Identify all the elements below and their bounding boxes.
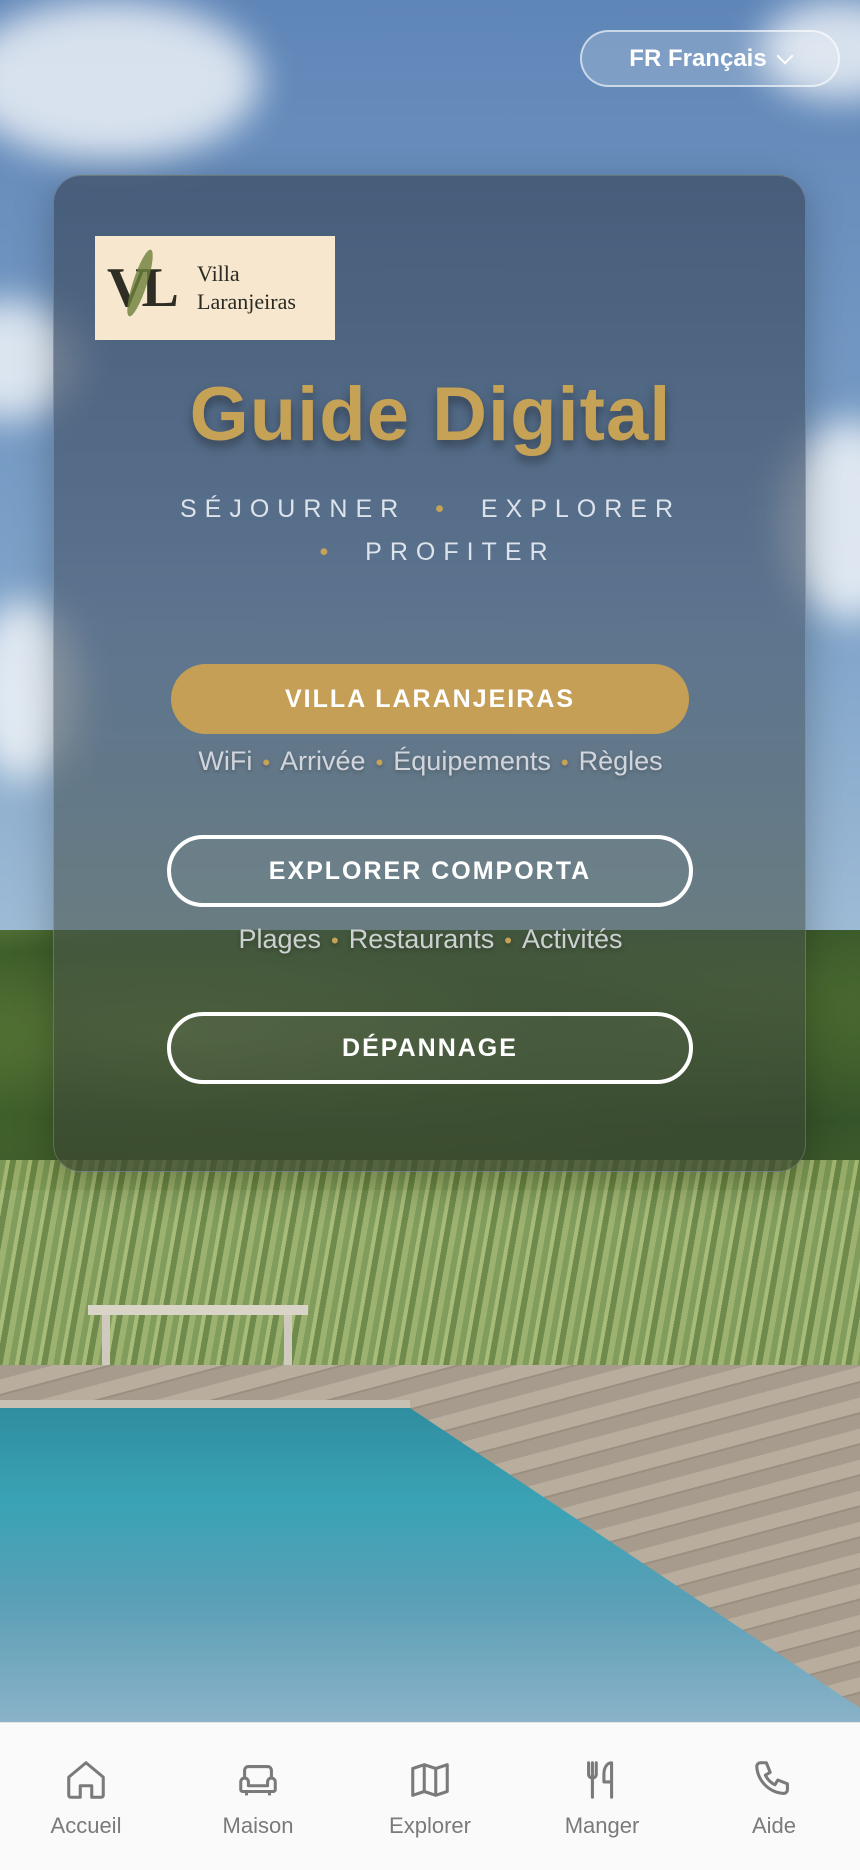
bottom-nav: Accueil Maison Explorer Manger Aide: [0, 1722, 860, 1870]
nav-item-help[interactable]: Aide: [688, 1723, 860, 1870]
villa-links: WiFi • Arrivée • Équipements • Règles: [198, 746, 663, 776]
villa-laranjeiras-button[interactable]: VILLA LARANJEIRAS: [171, 664, 689, 734]
language-selector[interactable]: FR Français: [580, 30, 840, 87]
nav-item-house[interactable]: Maison: [172, 1723, 344, 1870]
cutlery-icon: [587, 1761, 614, 1799]
chevron-down-icon: [776, 47, 794, 64]
page-title: Guide Digital: [189, 372, 672, 457]
link-wifi[interactable]: WiFi: [198, 746, 252, 776]
troubleshooting-button[interactable]: DÉPANNAGE: [167, 1012, 693, 1084]
link-activities[interactable]: Activités: [522, 924, 623, 954]
tagline: SÉJOURNER • EXPLORER • PROFITER: [179, 495, 682, 566]
explore-links: Plages • Restaurants • Activités: [238, 924, 623, 954]
language-label: FR Français: [629, 44, 767, 72]
link-rules[interactable]: Règles: [579, 746, 663, 776]
link-beaches[interactable]: Plages: [238, 924, 321, 954]
nav-label: Aide: [751, 1813, 797, 1838]
nav-label: Accueil: [50, 1813, 122, 1838]
link-equipment[interactable]: Équipements: [393, 746, 551, 776]
home-icon: [67, 1761, 105, 1799]
link-restaurants[interactable]: Restaurants: [349, 924, 495, 954]
nav-label: Explorer: [389, 1813, 471, 1838]
nav-item-eat[interactable]: Manger: [516, 1723, 688, 1870]
link-arrival[interactable]: Arrivée: [280, 746, 366, 776]
map-icon: [411, 1763, 449, 1797]
nav-label: Manger: [564, 1813, 640, 1838]
villa-logo: VL Villa Laranjeiras: [95, 236, 335, 340]
phone-icon: [755, 1761, 789, 1795]
nav-item-explore[interactable]: Explorer: [344, 1723, 516, 1870]
nav-label: Maison: [222, 1813, 294, 1838]
nav-item-home[interactable]: Accueil: [0, 1723, 172, 1870]
logo-monogram: VL: [107, 247, 187, 320]
sofa-icon: [239, 1765, 277, 1796]
logo-name: Villa Laranjeiras: [197, 261, 296, 314]
guide-card: VL Villa Laranjeiras Guide Digital SÉJOU…: [53, 175, 806, 1172]
explore-comporta-button[interactable]: EXPLORER COMPORTA: [167, 835, 693, 907]
